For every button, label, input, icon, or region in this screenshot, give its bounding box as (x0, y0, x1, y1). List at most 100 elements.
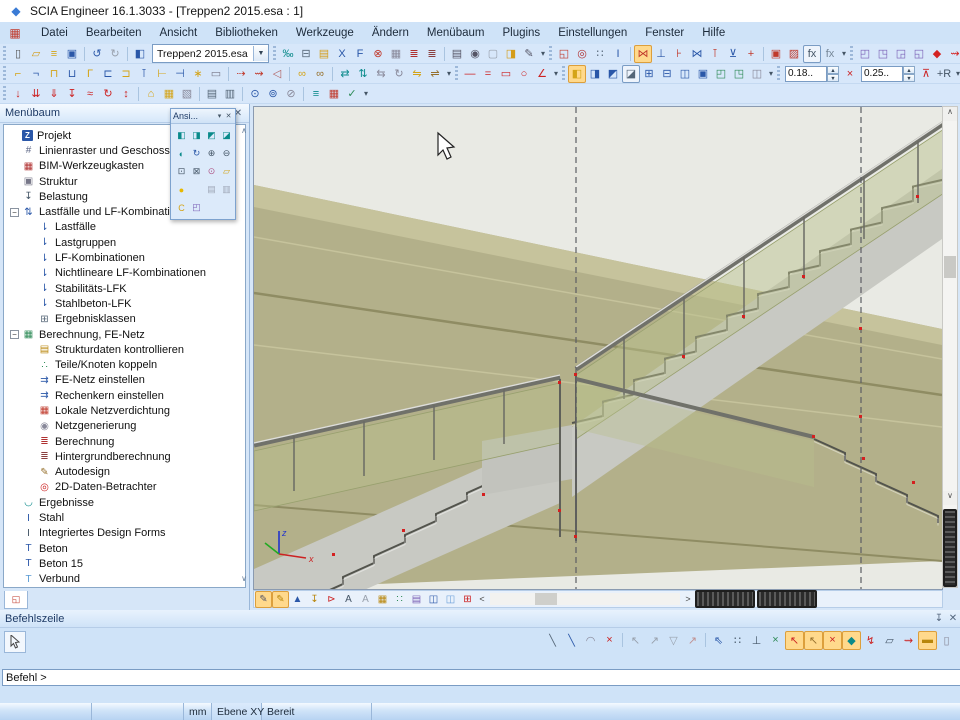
activity-grid-icon[interactable]: ⊞ (459, 591, 476, 608)
zoom-selection-icon[interactable]: ⊙ (204, 164, 219, 179)
viewport-canvas[interactable]: z x (253, 106, 943, 590)
tree-expander-icon[interactable] (10, 559, 19, 568)
internal-node-icon[interactable]: ∗ (189, 65, 207, 83)
ansicht-palette-header[interactable]: Ansi... ▾ ✕ (171, 109, 235, 124)
node-table-icon[interactable]: ▤ (203, 85, 221, 103)
delete-snap-icon[interactable]: × (600, 631, 619, 650)
spin-down-icon[interactable]: ▼ (903, 74, 915, 82)
view-window-6-icon[interactable]: ⊟ (658, 65, 676, 83)
snap-tangent-icon[interactable]: ↯ (861, 631, 880, 650)
step-size-value[interactable]: 0.18.. (785, 66, 827, 82)
close-icon[interactable]: ✕ (946, 613, 960, 624)
units-settings-icon[interactable]: ‰ (279, 45, 297, 63)
pan-wheel-vertical[interactable] (943, 509, 957, 587)
intersection-snap-icon[interactable]: × (766, 631, 785, 650)
status-coords-2[interactable] (92, 703, 184, 720)
scale-icon[interactable]: ⇋ (408, 65, 426, 83)
tree-expander-icon[interactable] (26, 468, 35, 477)
view-window-3-icon[interactable]: ◩ (604, 65, 622, 83)
dot-grid-icon[interactable]: ∷ (591, 45, 609, 63)
zoom-out-icon[interactable]: ⊖ (219, 146, 234, 161)
batch-calculation-icon[interactable]: ≣ (423, 45, 441, 63)
beam-icon[interactable]: ¬ (27, 65, 45, 83)
photo-print-icon[interactable]: ▥ (219, 182, 234, 197)
clipboard-box-4-icon[interactable]: ◱ (910, 45, 928, 63)
tree-item-netzgenerierung[interactable]: ◉ Netzgenerierung (4, 419, 245, 434)
clipboard-box-1-icon[interactable]: ◰ (856, 45, 874, 63)
cross-link-icon[interactable]: ⋈ (688, 45, 706, 63)
grid-size-value[interactable]: 0.25.. (861, 66, 903, 82)
move-node-icon[interactable]: ⇢ (232, 65, 250, 83)
tree-expander-icon[interactable] (10, 177, 19, 186)
view-window-8-icon[interactable]: ▣ (694, 65, 712, 83)
line-snap-1-icon[interactable]: ╲ (543, 631, 562, 650)
zoom-in-icon[interactable]: ⊕ (204, 146, 219, 161)
line-icon[interactable]: — (461, 65, 479, 83)
member-check-icon[interactable]: ✓ (343, 85, 361, 103)
project-file-combobox[interactable]: Treppen2 2015.esa ▼ (152, 44, 269, 63)
workspace-layout-icon[interactable]: ◧ (131, 45, 149, 63)
tree-item-lf-kombinationen[interactable]: ⇂ LF-Kombinationen (4, 250, 245, 265)
tree-expander-icon[interactable] (26, 422, 35, 431)
endpoint-mode-icon[interactable]: ↖ (626, 631, 645, 650)
tree-item-rechenkern-einstellen[interactable]: ⇉ Rechenkern einstellen (4, 388, 245, 403)
photo-icon[interactable]: ▤ (204, 182, 219, 197)
displacement-load-icon[interactable]: ↕ (117, 85, 135, 103)
tree-expander-icon[interactable] (26, 345, 35, 354)
print-data-icon[interactable]: ⊟ (297, 45, 315, 63)
edit-polyline-icon[interactable]: ⇝ (250, 65, 268, 83)
print-preview-icon[interactable]: ◉ (466, 45, 484, 63)
document-icon[interactable]: ▢ (484, 45, 502, 63)
tree-item-nichtlineare-lfk[interactable]: ⇂ Nichtlineare LF-Kombinationen (4, 266, 245, 281)
view-window-11-icon[interactable]: ◫ (748, 65, 766, 83)
moment-load-icon[interactable]: ↻ (99, 85, 117, 103)
tree-item-fe-netz-einstellen[interactable]: ⇉ FE-Netz einstellen (4, 373, 245, 388)
hinge-icon[interactable]: ⋈ (634, 45, 652, 63)
mirror-icon[interactable]: ⇆ (372, 65, 390, 83)
add-reference-icon[interactable]: +R (935, 65, 953, 83)
chevron-down-icon[interactable]: ▾ (215, 112, 224, 120)
tree-item-beton[interactable]: T Beton (4, 541, 245, 556)
member-labels-icon[interactable]: A (357, 591, 374, 608)
document-menu-icon[interactable]: ▦ (6, 25, 24, 41)
layers-folder-icon[interactable]: ▱ (219, 164, 234, 179)
view-3d-window-icon[interactable]: ◰ (189, 200, 204, 215)
menu-fenster[interactable]: Fenster (636, 25, 693, 41)
pan-wheel-horizontal-2[interactable] (757, 590, 817, 608)
select-by-layer-icon[interactable]: ⊚ (264, 85, 282, 103)
tree-expander-icon[interactable] (10, 146, 19, 155)
tree-expander-icon[interactable] (26, 223, 35, 232)
show-loads-icon[interactable]: ↧ (306, 591, 323, 608)
tree-item-beton-15[interactable]: T Beton 15 (4, 556, 245, 571)
parallel-lines-icon[interactable]: = (479, 65, 497, 83)
free-load-icon[interactable]: ↧ (63, 85, 81, 103)
fx-values-icon[interactable]: fx (803, 45, 821, 63)
document-import-icon[interactable]: ◨ (502, 45, 520, 63)
horizontal-scrollbar[interactable] (490, 593, 680, 605)
tree-expander-icon[interactable] (26, 452, 35, 461)
tree-item-teile-knoten-koppeln[interactable]: ∴ Teile/Knoten koppeln (4, 357, 245, 372)
snap-endpoints-icon[interactable]: ↖ (785, 631, 804, 650)
save-all-icon[interactable]: ≡ (45, 45, 63, 63)
snap-step-icon[interactable]: × (841, 65, 859, 83)
member-end-icon[interactable]: ⊗ (369, 45, 387, 63)
arbitrary-member-icon[interactable]: ⊔ (63, 65, 81, 83)
find-entity-icon[interactable]: ◎ (573, 45, 591, 63)
tree-item-lastgruppen[interactable]: ⇂ Lastgruppen (4, 235, 245, 250)
rigid-arm-icon[interactable]: ⊦ (670, 45, 688, 63)
angle-icon[interactable]: ∠ (533, 65, 551, 83)
tree-expander-icon[interactable] (10, 575, 19, 584)
dwg-import-icon[interactable]: ▧ (178, 85, 196, 103)
status-filler[interactable] (372, 703, 960, 720)
render-settings-icon[interactable]: ▦ (374, 591, 391, 608)
view-pane-2-icon[interactable]: ◫ (442, 591, 459, 608)
view-window-2-icon[interactable]: ◨ (586, 65, 604, 83)
menu-bearbeiten[interactable]: Bearbeiten (77, 25, 151, 41)
zoom-window-icon[interactable]: ⊡ (174, 164, 189, 179)
move-icon[interactable]: ⇅ (354, 65, 372, 83)
plate-icon[interactable]: ⊐ (117, 65, 135, 83)
point-load-icon[interactable]: ↓ (9, 85, 27, 103)
toolbar-overflow-chevron[interactable]: ▾ (766, 69, 776, 78)
redo-icon[interactable]: ↻ (106, 45, 124, 63)
view-axo-icon[interactable]: ◪ (219, 128, 234, 143)
